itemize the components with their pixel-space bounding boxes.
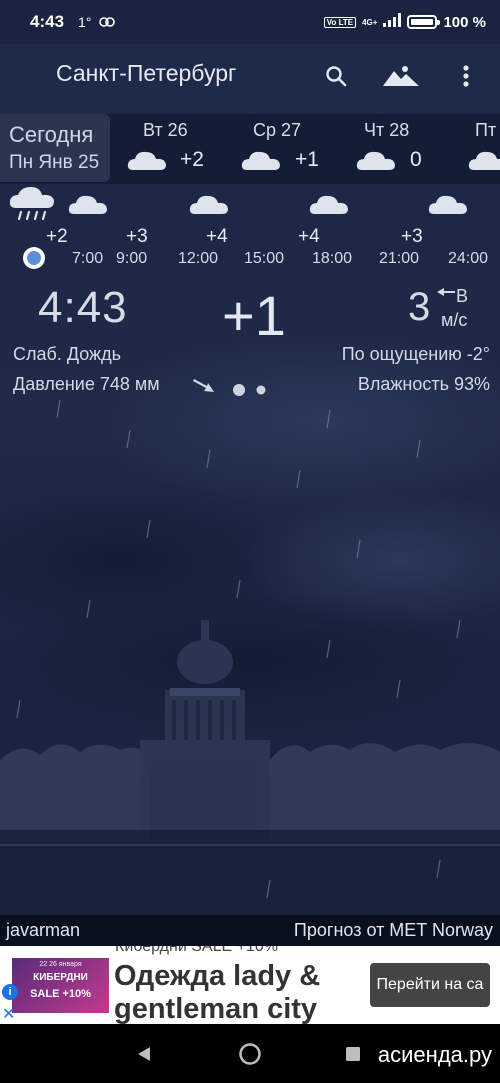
hourly-temp: +4 [298, 226, 320, 247]
today-date: Пн Янв 25 [9, 152, 100, 173]
status-time: 4:43 [30, 12, 65, 31]
ad-top-text: Кибердни SALE +10% [115, 946, 278, 955]
search-icon [326, 66, 347, 87]
humidity-text: Влажность 93% [357, 374, 490, 394]
background-picker-button[interactable] [381, 58, 421, 94]
cloud-icon [127, 151, 166, 170]
weather-condition: Слаб. Дождь [13, 344, 121, 364]
hourly-time: 24:00 [448, 250, 489, 267]
battery-icon [407, 15, 441, 29]
photo-credit-bar: javarman Прогноз от MET Norway [0, 915, 500, 946]
battery-text: 100 % [443, 13, 486, 31]
home-circle-icon [239, 1043, 261, 1065]
photo-author[interactable]: javarman [6, 920, 80, 941]
hourly-time: 18:00 [312, 250, 353, 267]
signal-icon [383, 13, 402, 31]
site-watermark: асиенда.ру [377, 1042, 492, 1067]
day-today[interactable]: Сегодня Пн Янв 25 [0, 114, 110, 182]
daily-forecast-strip[interactable]: Сегодня Пн Янв 25 Вт 26 +2 Ср 27 +1 Чт 2… [0, 114, 500, 184]
more-vert-icon [463, 65, 469, 87]
back-triangle-icon [138, 1047, 150, 1061]
back-button[interactable] [128, 1038, 160, 1070]
ad-image-title: КИБЕРДНИ [33, 972, 88, 983]
feels-like: По ощущению -2° [341, 344, 490, 364]
day-temp: 0 [410, 148, 422, 171]
ad-headline[interactable]: Одежда lady & gentleman city [114, 960, 364, 1024]
weather-app: 4:43 1° Vo LTE 4G+ 100 % Санкт-Петербург [0, 0, 500, 1083]
cloud-icon [428, 195, 467, 214]
hourly-temp: +3 [401, 226, 423, 247]
pressure-trend-icon [193, 379, 214, 392]
status-bar: 4:43 1° Vo LTE 4G+ 100 % [0, 0, 500, 44]
cloud-icon [468, 151, 500, 170]
ad-image[interactable]: 22 26 января КИБЕРДНИ SALE +10% [12, 958, 109, 1013]
cloud-icon [356, 151, 395, 170]
day-name: Пт [475, 120, 497, 140]
ad-info-icon[interactable]: i [2, 984, 18, 1000]
app-header: Санкт-Петербург [0, 48, 500, 104]
more-menu-button[interactable] [448, 58, 484, 94]
home-button[interactable] [234, 1038, 266, 1070]
network-label: 4G+ [362, 17, 378, 27]
ad-image-subtitle: SALE +10% [30, 988, 91, 1000]
ad-cta-button[interactable]: Перейти на са [370, 963, 490, 1007]
hourly-time: 21:00 [379, 250, 420, 267]
hourly-time: 15:00 [244, 250, 285, 267]
cloud-icon [189, 195, 228, 214]
day-item[interactable]: Вт 26 +2 [127, 114, 227, 182]
today-label: Сегодня [9, 122, 94, 147]
recents-square-icon [346, 1047, 360, 1061]
moon-phase-icon [233, 384, 266, 396]
hourly-temp: +2 [46, 226, 68, 247]
rain-cloud-icon [9, 187, 54, 221]
network-4g-icon: 4G+ [362, 18, 377, 27]
battery-fill [411, 19, 434, 25]
day-temp: +1 [295, 148, 319, 171]
city-title[interactable]: Санкт-Петербург [56, 60, 236, 87]
hourly-forecast[interactable]: +2 +3 +4 +4 +3 7:00 9:00 12:00 15:00 18:… [0, 186, 500, 276]
link-icon [99, 14, 116, 30]
current-clock: 4:43 [38, 283, 128, 332]
ad-close-icon[interactable]: ✕ [2, 1004, 15, 1024]
recents-button[interactable] [337, 1038, 369, 1070]
landscape-icon [383, 66, 419, 86]
status-temp: 1° [78, 14, 92, 30]
status-right: Vo LTE 4G+ 100 % [323, 0, 486, 44]
pressure-text: Давление 748 мм [13, 374, 160, 394]
day-name: Вт 26 [143, 120, 188, 140]
hourly-time: 7:00 [72, 250, 104, 267]
cloud-icon [68, 195, 107, 214]
wind-unit: м/с [441, 310, 468, 330]
day-temp: +2 [180, 148, 204, 171]
cloud-icon [241, 151, 280, 170]
hourly-time: 9:00 [116, 250, 148, 267]
hourly-temp: +3 [126, 226, 148, 247]
cathedral-silhouette [140, 620, 270, 830]
day-item[interactable]: Чт 28 0 [356, 114, 456, 182]
ad-image-date: 22 26 января [39, 961, 82, 968]
wind-direction: В [456, 286, 469, 306]
day-name: Чт 28 [364, 120, 410, 140]
day-item[interactable]: Ср 27 +1 [241, 114, 341, 182]
current-temperature: +1 [222, 284, 286, 347]
day-item[interactable]: Пт [468, 114, 500, 182]
volte-icon: Vo LTE [323, 16, 357, 28]
ad-banner[interactable]: Кибердни SALE +10% 22 26 января КИБЕРДНИ… [0, 946, 500, 1024]
hourly-time: 12:00 [178, 250, 219, 267]
cloud-icon [309, 195, 348, 214]
hourly-temp: +4 [206, 226, 228, 247]
wind-arrow-icon [437, 288, 455, 296]
day-name: Ср 27 [253, 120, 302, 140]
wind-speed: 3 [408, 285, 431, 329]
forecast-source[interactable]: Прогноз от MET Norway [294, 920, 493, 941]
search-button[interactable] [318, 58, 354, 94]
current-time-marker [23, 247, 45, 269]
